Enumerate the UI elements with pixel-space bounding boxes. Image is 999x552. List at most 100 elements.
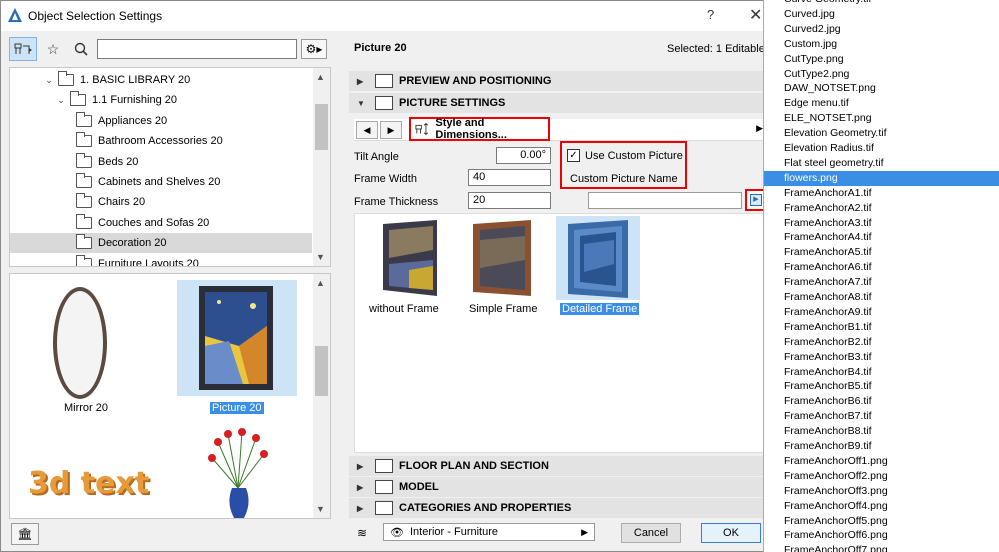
file-list-item[interactable]: flowers.png: [764, 170, 999, 186]
file-list-item[interactable]: FrameAnchorOff2.png: [764, 469, 999, 484]
tree-item[interactable]: Couches and Sofas 20: [10, 213, 312, 233]
section-preview[interactable]: ▶ PREVIEW AND POSITIONING: [349, 71, 767, 91]
file-list-item[interactable]: FrameAnchorA3.tif: [764, 216, 999, 231]
file-list-item[interactable]: FrameAnchorOff4.png: [764, 499, 999, 514]
favorites-star-icon[interactable]: ☆: [39, 37, 67, 61]
detailed-frame-label[interactable]: Detailed Frame: [560, 303, 640, 315]
file-list-item[interactable]: FrameAnchorOff6.png: [764, 528, 999, 543]
expand-chevron-icon[interactable]: ⌄: [56, 95, 66, 106]
mirror-label[interactable]: Mirror 20: [64, 402, 108, 414]
detailed-frame-thumbnail-bg[interactable]: [556, 216, 640, 300]
tree-scrollbar[interactable]: ▲ ▼: [313, 68, 330, 266]
scroll-up-icon[interactable]: ▲: [316, 72, 325, 82]
flowers-vase-thumbnail[interactable]: [206, 428, 270, 518]
style-dimensions-button[interactable]: Style and Dimensions...: [409, 117, 550, 141]
simple-frame-thumbnail[interactable]: [471, 220, 533, 296]
object-thumbnails: Mirror 20 Picture 20 3d text ▲ ▼: [9, 273, 331, 519]
search-input[interactable]: [97, 39, 297, 59]
tilt-angle-field[interactable]: 0.00°: [496, 147, 551, 164]
file-list-item[interactable]: Curved.jpg: [764, 7, 999, 22]
mirror-thumbnail[interactable]: [50, 284, 110, 402]
3d-text-thumbnail[interactable]: 3d text: [28, 466, 149, 501]
file-list-item[interactable]: FrameAnchorA1.tif: [764, 186, 999, 201]
page-menu-icon[interactable]: ▶: [756, 123, 763, 134]
file-list-item[interactable]: FrameAnchorA4.tif: [764, 230, 999, 245]
file-list-item[interactable]: FrameAnchorB2.tif: [764, 335, 999, 350]
file-list-item[interactable]: FrameAnchorB7.tif: [764, 409, 999, 424]
custom-picture-name-field[interactable]: [588, 192, 742, 209]
file-list-item[interactable]: Elevation Radius.tif: [764, 141, 999, 156]
tree-item[interactable]: Decoration 20: [10, 233, 312, 254]
file-list-item[interactable]: Elevation Geometry.tif: [764, 126, 999, 141]
file-list-item[interactable]: FrameAnchorA8.tif: [764, 290, 999, 305]
tree-item[interactable]: Cabinets and Shelves 20: [10, 172, 312, 192]
prev-page-icon[interactable]: ◀: [356, 121, 378, 139]
file-list-item[interactable]: FrameAnchorOff5.png: [764, 514, 999, 529]
file-list-item[interactable]: Curved2.jpg: [764, 22, 999, 37]
close-button[interactable]: ✕: [749, 5, 762, 25]
simple-frame-label[interactable]: Simple Frame: [469, 303, 537, 315]
thumbs-scrollbar[interactable]: ▲ ▼: [313, 274, 330, 518]
library-tree: ⌄ 1. BASIC LIBRARY 20 ⌄ 1.1 Furnishing 20 Ap…: [9, 67, 331, 267]
layer-selector[interactable]: 👁 Interior - Furniture ▶: [383, 523, 595, 541]
file-list-item[interactable]: FrameAnchorOff7.png: [764, 543, 999, 552]
file-list-item[interactable]: ELE_NOTSET.png: [764, 111, 999, 126]
expand-chevron-icon[interactable]: ⌄: [44, 75, 54, 86]
file-list-item[interactable]: Custom.jpg: [764, 37, 999, 52]
tree-item[interactable]: ⌄ 1.1 Furnishing 20: [10, 90, 312, 110]
tree-item[interactable]: Bathroom Accessories 20: [10, 131, 312, 151]
file-list-item[interactable]: FrameAnchorA5.tif: [764, 245, 999, 260]
library-manager-icon[interactable]: 🏛: [11, 523, 39, 545]
file-list-item[interactable]: FrameAnchorB8.tif: [764, 424, 999, 439]
ok-button[interactable]: OK: [701, 523, 761, 543]
file-list-item[interactable]: FrameAnchorA9.tif: [764, 305, 999, 320]
picture-label[interactable]: Picture 20: [210, 402, 264, 414]
section-categories[interactable]: ▶ CATEGORIES AND PROPERTIES: [349, 498, 767, 518]
layer-icon[interactable]: ≋: [349, 523, 375, 543]
picture-thumbnail-bg[interactable]: [177, 280, 297, 396]
cancel-button[interactable]: Cancel: [621, 523, 681, 543]
help-button[interactable]: ?: [707, 7, 714, 22]
file-list-item[interactable]: FrameAnchorB4.tif: [764, 365, 999, 380]
file-list-item[interactable]: Edge menu.tif: [764, 96, 999, 111]
scroll-down-icon[interactable]: ▼: [316, 252, 325, 262]
section-picture-settings[interactable]: ▼ PICTURE SETTINGS: [349, 93, 767, 113]
section-floor-plan[interactable]: ▶ FLOOR PLAN AND SECTION: [349, 456, 767, 476]
scroll-up-icon[interactable]: ▲: [316, 278, 325, 288]
file-list-item[interactable]: Flat steel geometry.tif: [764, 156, 999, 171]
file-list-item[interactable]: FrameAnchorB9.tif: [764, 439, 999, 454]
file-list-item[interactable]: DAW_NOTSET.png: [764, 81, 999, 96]
scroll-thumb[interactable]: [315, 104, 328, 150]
frame-width-field[interactable]: 40: [468, 169, 551, 186]
file-list-item[interactable]: FrameAnchorB3.tif: [764, 350, 999, 365]
tree-item[interactable]: Chairs 20: [10, 192, 312, 212]
tree-item[interactable]: Appliances 20: [10, 111, 312, 131]
without-frame-thumbnail[interactable]: [379, 220, 441, 296]
object-type-icon: [14, 43, 32, 54]
scroll-thumb[interactable]: [315, 346, 328, 396]
file-list-item[interactable]: FrameAnchorA6.tif: [764, 260, 999, 275]
object-type-button[interactable]: [9, 37, 37, 61]
file-list-item[interactable]: CutType.png: [764, 52, 999, 67]
tree-item[interactable]: Furniture Layouts 20: [10, 254, 312, 266]
tree-item[interactable]: ⌄ 1. BASIC LIBRARY 20: [10, 70, 312, 90]
scroll-down-icon[interactable]: ▼: [316, 504, 325, 514]
frame-thickness-field[interactable]: 20: [468, 192, 551, 209]
file-list-item[interactable]: FrameAnchorOff1.png: [764, 454, 999, 469]
file-list-item[interactable]: FrameAnchorB6.tif: [764, 394, 999, 409]
use-custom-picture-checkbox[interactable]: ✓: [567, 149, 580, 162]
file-list-item[interactable]: CutType2.png: [764, 67, 999, 82]
file-list-item[interactable]: FrameAnchorA2.tif: [764, 201, 999, 216]
tree-item[interactable]: Beds 20: [10, 152, 312, 172]
without-frame-label[interactable]: without Frame: [369, 303, 439, 315]
section-model[interactable]: ▶ MODEL: [349, 477, 767, 497]
file-list-item[interactable]: FrameAnchorB1.tif: [764, 320, 999, 335]
file-list-item[interactable]: FrameAnchorA7.tif: [764, 275, 999, 290]
custom-picture-highlight: ✓ Use Custom Picture Custom Picture Name: [560, 141, 687, 189]
file-list-item[interactable]: FrameAnchorOff3.png: [764, 484, 999, 499]
gear-icon[interactable]: ⚙▸: [301, 39, 327, 59]
file-list-item[interactable]: FrameAnchorB5.tif: [764, 379, 999, 394]
next-page-icon[interactable]: ▶: [380, 121, 402, 139]
folder-icon: [76, 152, 92, 168]
search-icon[interactable]: [67, 37, 95, 61]
